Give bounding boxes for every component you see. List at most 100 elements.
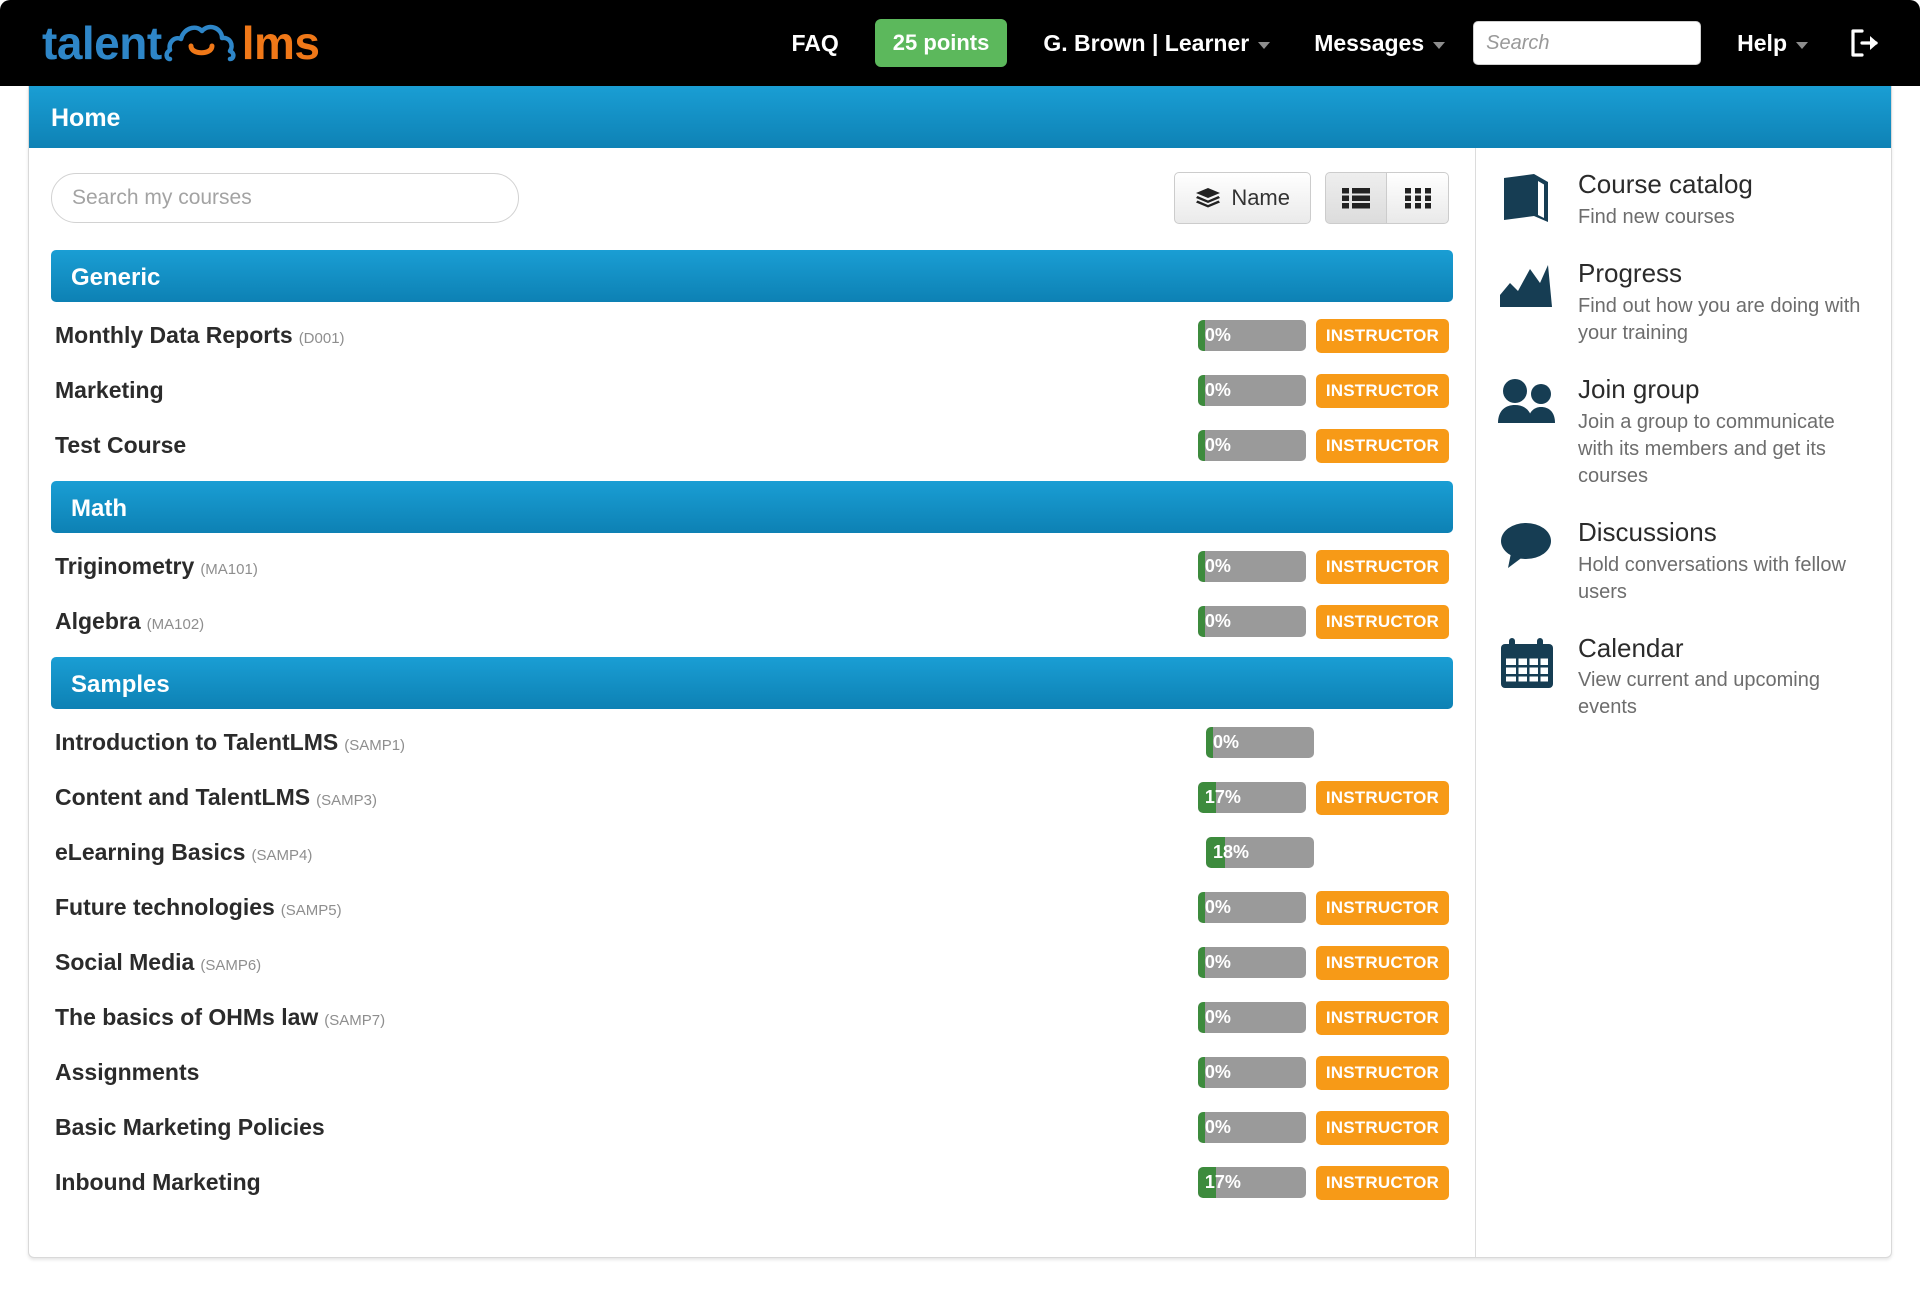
progress-bar: 17% [1198,1167,1306,1198]
progress-bar-fill [1198,430,1205,461]
category-header[interactable]: Math [51,481,1453,533]
instructor-badge: INSTRUCTOR [1316,319,1449,353]
progress-bar: 0% [1198,1057,1306,1088]
sidebar-widget-title[interactable]: Join group [1578,375,1867,405]
course-row-status: 0%INSTRUCTOR [1191,891,1449,925]
progress-bar-label: 0% [1205,375,1231,406]
nav-messages-menu[interactable]: Messages [1292,30,1467,57]
calendar-icon [1496,634,1558,722]
list-view-button[interactable] [1325,172,1387,224]
course-row[interactable]: Marketing0%INSTRUCTOR [29,363,1475,418]
courses-column: Name [29,148,1476,1258]
search-my-courses-input[interactable] [51,173,519,223]
course-row[interactable]: eLearning Basics(SAMP4) 18% [29,825,1475,880]
instructor-badge: INSTRUCTOR [1316,781,1449,815]
course-row-status: 17%INSTRUCTOR [1191,1166,1449,1200]
sidebar-widget-discussions[interactable]: DiscussionsHold conversations with fello… [1496,518,1891,606]
progress-bar-label: 0% [1205,1112,1231,1143]
course-row-status: 0% INSTRUCTOR [1191,1111,1449,1145]
course-title[interactable]: Future technologies(SAMP5) [55,894,342,921]
course-row-status: 0% [1191,727,1449,758]
users-icon [1496,375,1558,490]
course-row[interactable]: Triginometry(MA101)0%INSTRUCTOR [29,539,1475,594]
course-title[interactable]: The basics of OHMs law(SAMP7) [55,1004,385,1031]
points-label: 25 points [893,30,990,55]
progress-bar: 0% [1198,947,1306,978]
course-title[interactable]: Introduction to TalentLMS(SAMP1) [55,729,405,756]
course-row[interactable]: Basic Marketing Policies 0% INSTRUCTOR [29,1100,1475,1155]
course-row-status: 18% [1191,837,1449,868]
progress-bar: 0% [1198,892,1306,923]
progress-bar-label: 0% [1205,1002,1231,1033]
sidebar-widget-description: Find out how you are doing with your tra… [1578,293,1867,347]
course-row[interactable]: Algebra(MA102) 0% INSTRUCTOR [29,594,1475,649]
course-code: (SAMP3) [316,792,377,809]
sidebar-widget-title[interactable]: Calendar [1578,634,1867,664]
progress-bar-fill [1198,1002,1205,1033]
view-toggle-group [1325,172,1449,224]
sidebar-widget-join-group[interactable]: Join groupJoin a group to communicate wi… [1496,375,1891,490]
sort-by-name-button[interactable]: Name [1174,172,1311,224]
sidebar-widget-progress[interactable]: Progress Find out how you are doing with … [1496,259,1891,347]
grid-view-button[interactable] [1387,172,1449,224]
progress-bar: 0% [1198,375,1306,406]
page-title: Home [29,86,1891,148]
layers-icon [1195,187,1221,209]
course-title[interactable]: eLearning Basics(SAMP4) [55,839,312,866]
sidebar-widget-course-catalog[interactable]: Course catalogFind new courses [1496,170,1891,231]
course-row[interactable]: Assignments 0% INSTRUCTOR [29,1045,1475,1100]
nav-faq-label: FAQ [792,30,839,57]
course-title[interactable]: Marketing [55,377,164,404]
course-row[interactable]: Social Media(SAMP6)0%INSTRUCTOR [29,935,1475,990]
instructor-badge: INSTRUCTOR [1316,1056,1449,1090]
sidebar-widget-title[interactable]: Discussions [1578,518,1867,548]
points-badge[interactable]: 25 points [875,19,1008,67]
sidebar-widget-text: Course catalogFind new courses [1578,170,1753,231]
sidebar-widget-calendar[interactable]: CalendarView current and upcoming events [1496,634,1891,722]
toolbar-right-group: Name [1174,172,1453,224]
nav-messages-label: Messages [1314,30,1424,57]
course-title[interactable]: Test Course [55,432,186,459]
logout-button[interactable] [1830,27,1898,59]
sidebar-widget-text: Join groupJoin a group to communicate wi… [1578,375,1867,490]
sidebar-widget-title[interactable]: Course catalog [1578,170,1753,200]
nav-faq-link[interactable]: FAQ [770,30,861,57]
sidebar-widget-title[interactable]: Progress [1578,259,1867,289]
course-row[interactable]: Inbound Marketing 17%INSTRUCTOR [29,1155,1475,1210]
instructor-badge: INSTRUCTOR [1316,1001,1449,1035]
course-title[interactable]: Monthly Data Reports(D001) [55,322,345,349]
category-header[interactable]: Samples [51,657,1453,709]
course-row[interactable]: The basics of OHMs law(SAMP7) 0% INSTRUCTO… [29,990,1475,1045]
category-label: Generic [71,264,160,291]
course-title[interactable]: Triginometry(MA101) [55,553,258,580]
course-title[interactable]: Basic Marketing Policies [55,1114,325,1141]
progress-bar: 0% [1198,430,1306,461]
course-title[interactable]: Algebra(MA102) [55,608,204,635]
course-row[interactable]: Test Course0%INSTRUCTOR [29,418,1475,473]
course-row[interactable]: Introduction to TalentLMS(SAMP1) 0% [29,715,1475,770]
progress-bar: 0% [1198,606,1306,637]
progress-bar-label: 0% [1205,551,1231,582]
logo-talent-text: talent [42,16,162,70]
global-search-input[interactable] [1473,21,1701,65]
course-title[interactable]: Inbound Marketing [55,1169,261,1196]
course-code: (SAMP5) [281,902,342,919]
nav-user-menu[interactable]: G. Brown | Learner [1021,30,1292,57]
list-view-icon [1342,187,1370,209]
course-title[interactable]: Social Media(SAMP6) [55,949,261,976]
talentlms-logo[interactable]: talent lms [42,16,319,70]
course-row[interactable]: Content and TalentLMS(SAMP3)17%INSTRUCTO… [29,770,1475,825]
instructor-badge: INSTRUCTOR [1316,1111,1449,1145]
course-title[interactable]: Assignments [55,1059,199,1086]
progress-bar: 18% [1206,837,1314,868]
course-code: (MA101) [200,561,258,578]
course-row[interactable]: Future technologies(SAMP5) 0%INSTRUCTOR [29,880,1475,935]
chevron-down-icon [1433,42,1445,49]
category-label: Math [71,495,127,522]
course-row[interactable]: Monthly Data Reports(D001)0%INSTRUCTOR [29,308,1475,363]
progress-bar-fill [1198,892,1205,923]
instructor-badge: INSTRUCTOR [1316,605,1449,639]
nav-help-menu[interactable]: Help [1715,30,1830,57]
category-header[interactable]: Generic [51,250,1453,302]
course-title[interactable]: Content and TalentLMS(SAMP3) [55,784,377,811]
